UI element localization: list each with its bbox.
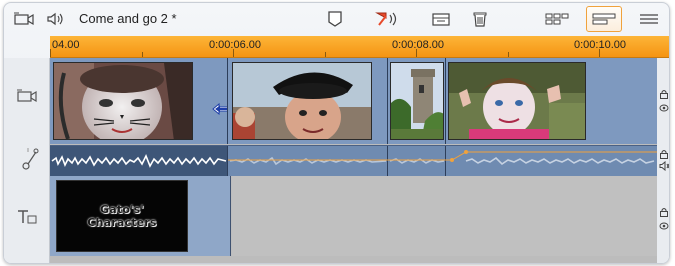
project-title: Come and go 2 *	[79, 11, 177, 26]
video-track-header-icon[interactable]	[16, 88, 38, 109]
text-view-icon[interactable]	[635, 9, 663, 29]
audio-track	[50, 145, 657, 176]
title-line-2: Characters	[87, 216, 157, 229]
audio-clip[interactable]	[388, 146, 446, 176]
ruler-label: 04.00	[52, 39, 80, 51]
title-clip[interactable]: Gato's' Characters	[50, 176, 231, 256]
timeline-tracks: Gato's' Characters	[50, 58, 657, 263]
audio-clip[interactable]	[446, 146, 657, 176]
ruler-label: 0:00:10.00	[574, 39, 626, 51]
razor-cut-icon[interactable]	[373, 9, 403, 29]
trash-icon[interactable]	[469, 9, 491, 29]
video-clip[interactable]	[228, 58, 388, 144]
video-clip[interactable]	[388, 58, 446, 144]
marker-icon[interactable]	[324, 9, 346, 29]
ruler-tick	[508, 52, 509, 57]
ruler-label: 0:00:06.00	[209, 39, 261, 51]
ruler-label: 0:00:08.00	[392, 39, 444, 51]
track-lock-column	[657, 58, 669, 263]
speaker-wave-icon[interactable]	[44, 9, 68, 29]
timeline-window: Come and go 2 * 04.00 0:00:06.00 0:00:08…	[3, 2, 670, 264]
speaker-icon[interactable]	[659, 158, 669, 176]
title-track-icon[interactable]	[16, 209, 38, 230]
ruler-tick	[233, 49, 234, 57]
eye-icon[interactable]	[659, 218, 669, 236]
ruler-tick	[599, 49, 600, 57]
track-headers	[4, 58, 50, 263]
clip-thumbnail	[232, 62, 372, 140]
title-line-1: Gato's'	[100, 203, 144, 216]
ruler-tick	[142, 52, 143, 57]
title-thumbnail: Gato's' Characters	[56, 180, 188, 252]
video-track-icon[interactable]	[12, 9, 36, 29]
timeline-view-icon[interactable]	[586, 6, 622, 32]
storyboard-view-icon[interactable]	[543, 9, 571, 29]
video-clip[interactable]	[50, 58, 228, 144]
audio-clip[interactable]	[50, 146, 228, 176]
trim-handle-icon[interactable]	[212, 102, 227, 120]
eye-icon[interactable]	[659, 100, 669, 118]
ruler-tick	[325, 52, 326, 57]
audio-clip[interactable]	[228, 146, 388, 176]
clip-thumbnail	[53, 62, 193, 140]
toolbar: Come and go 2 *	[4, 3, 669, 35]
ruler-tick	[416, 49, 417, 57]
video-clip[interactable]	[446, 58, 657, 144]
title-track: Gato's' Characters	[50, 176, 657, 256]
clip-properties-icon[interactable]	[430, 9, 452, 29]
title-track-empty-area[interactable]	[232, 176, 657, 256]
audio-link-icon[interactable]	[20, 146, 40, 177]
ruler-tick	[50, 49, 51, 57]
clip-thumbnail	[448, 62, 586, 140]
time-ruler[interactable]: 04.00 0:00:06.00 0:00:08.00 0:00:10.00	[50, 36, 669, 58]
video-track	[50, 58, 657, 144]
clip-thumbnail	[390, 62, 444, 140]
